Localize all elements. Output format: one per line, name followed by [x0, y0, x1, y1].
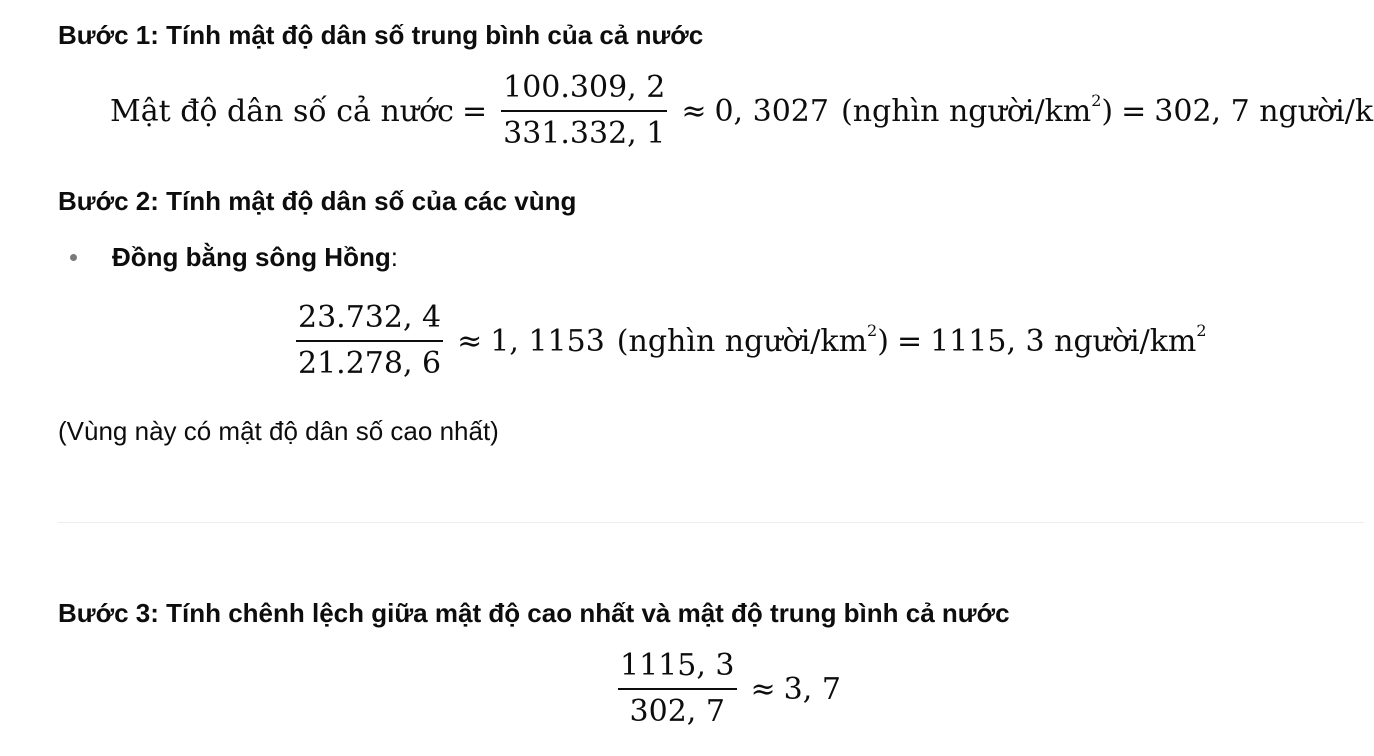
step1-formula: Mật độ dân số cả nước = 100.309, 2 331.3…	[110, 72, 1374, 150]
denominator: 331.332, 1	[503, 116, 666, 151]
step2-note: (Vùng này có mật độ dân số cao nhất)	[58, 416, 499, 446]
unit-label: (nghìn người/km2)	[616, 320, 889, 359]
step2-heading: Bước 2: Tính mật độ dân số của các vùng	[58, 186, 577, 216]
equals-sign: =	[896, 323, 923, 359]
step2-formula: 23.732, 4 21.278, 6 ≈ 1, 1153 (nghìn ngư…	[290, 302, 1207, 380]
converted-value: 1115, 3 người/km2	[930, 320, 1207, 359]
step3-formula: 1115, 3 302, 7 ≈ 3, 7	[612, 650, 841, 728]
numerator: 23.732, 4	[298, 300, 442, 335]
step3-heading: Bước 3: Tính chênh lệch giữa mật độ cao …	[58, 598, 1010, 628]
converted-text: 302, 7 người/km	[1154, 93, 1374, 129]
superscript: 2	[1091, 90, 1102, 110]
result-value: 0, 3027	[714, 93, 829, 129]
unit-label: (nghìn người/km2)	[840, 90, 1114, 129]
fraction: 23.732, 4 21.278, 6	[296, 300, 444, 381]
fraction: 1115, 3 302, 7	[618, 650, 737, 728]
denominator: 302, 7	[629, 694, 725, 729]
denominator: 21.278, 6	[298, 346, 442, 381]
unit-suffix: )	[877, 323, 889, 359]
approx-sign: ≈	[750, 671, 776, 707]
bullet-icon	[70, 253, 77, 261]
region-colon: :	[390, 241, 398, 272]
result-value: 1, 1153	[490, 323, 605, 359]
region-name: Đồng bằng sông Hồng	[112, 241, 391, 272]
fraction: 100.309, 2 331.332, 1	[501, 70, 668, 151]
equals-sign: =	[461, 93, 488, 129]
equals-sign: =	[1121, 93, 1147, 129]
list-item: Đồng bằng sông Hồng:	[58, 240, 398, 274]
superscript: 2	[867, 320, 878, 340]
unit-prefix: (nghìn người/km	[840, 93, 1092, 129]
formula-label: Mật độ dân số cả nước	[110, 93, 454, 129]
superscript: 2	[1196, 320, 1207, 340]
converted-value: 302, 7 người/km2	[1154, 94, 1374, 129]
unit-prefix: (nghìn người/km	[616, 323, 868, 359]
unit-suffix: )	[1101, 93, 1114, 129]
step1-heading: Bước 1: Tính mật độ dân số trung bình củ…	[58, 20, 704, 50]
approx-sign: ≈	[457, 323, 483, 359]
result-value: 3, 7	[783, 671, 841, 707]
numerator: 100.309, 2	[503, 70, 666, 105]
numerator: 1115, 3	[620, 648, 735, 683]
approx-sign: ≈	[681, 93, 707, 129]
section-divider	[58, 522, 1364, 523]
converted-text: 1115, 3 người/km	[930, 323, 1197, 359]
